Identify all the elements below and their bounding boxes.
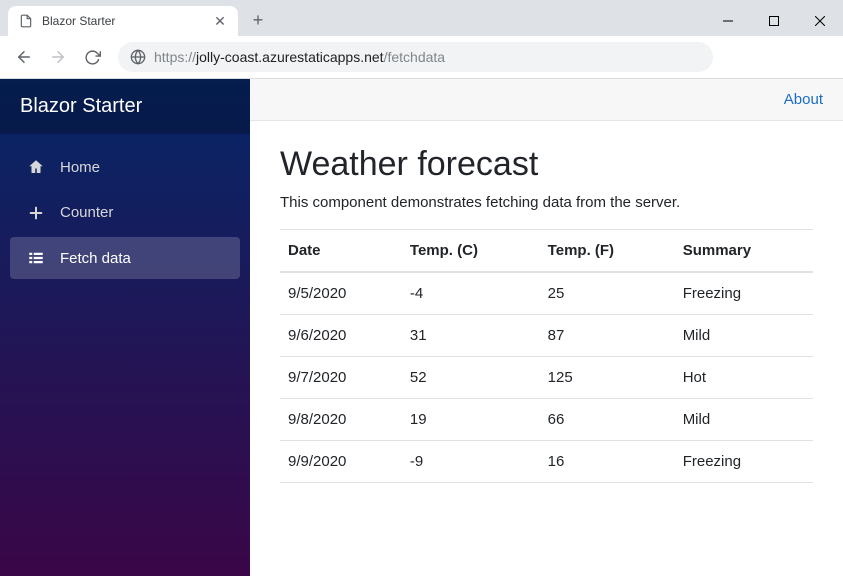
back-button[interactable] [10,43,38,71]
cell-temp-f: 125 [540,357,675,399]
cell-temp-f: 87 [540,315,675,357]
cell-temp-c: -4 [402,272,540,315]
browser-toolbar: https://jolly-coast.azurestaticapps.net/… [0,36,843,79]
sidebar-item-label: Counter [60,204,113,221]
tab-title: Blazor Starter [42,14,204,28]
about-link[interactable]: About [784,91,823,108]
th-summary: Summary [675,230,813,273]
page-title: Weather forecast [280,145,813,184]
table-row: 9/8/2020 19 66 Mild [280,399,813,441]
close-tab-icon[interactable]: ✕ [212,13,228,29]
cell-summary: Hot [675,357,813,399]
url-text: https://jolly-coast.azurestaticapps.net/… [154,49,445,65]
app: Blazor Starter Home Counter Fetch data [0,79,843,576]
window-controls [705,6,843,36]
browser-tab[interactable]: Blazor Starter ✕ [8,6,238,36]
sidebar-item-fetch-data[interactable]: Fetch data [10,237,240,279]
cell-temp-f: 16 [540,441,675,483]
cell-date: 9/9/2020 [280,441,402,483]
sidebar-item-label: Fetch data [60,250,131,267]
table-row: 9/5/2020 -4 25 Freezing [280,272,813,315]
address-bar[interactable]: https://jolly-coast.azurestaticapps.net/… [118,42,713,72]
cell-date: 9/8/2020 [280,399,402,441]
site-info-icon[interactable] [130,49,146,65]
plus-icon [26,205,46,221]
table-row: 9/9/2020 -9 16 Freezing [280,441,813,483]
page-icon [18,13,34,29]
page-subtitle: This component demonstrates fetching dat… [280,194,813,211]
titlebar: Blazor Starter ✕ + [0,0,843,36]
forward-button[interactable] [44,43,72,71]
reload-button[interactable] [78,43,106,71]
url-scheme: https:// [154,49,196,65]
topbar: About [250,79,843,121]
browser-chrome: Blazor Starter ✕ + https://jolly-coast.a… [0,0,843,79]
table-header-row: Date Temp. (C) Temp. (F) Summary [280,230,813,273]
sidebar: Blazor Starter Home Counter Fetch data [0,79,250,576]
cell-summary: Freezing [675,272,813,315]
sidebar-nav: Home Counter Fetch data [0,134,250,291]
new-tab-button[interactable]: + [244,6,272,34]
cell-summary: Mild [675,315,813,357]
sidebar-item-label: Home [60,159,100,176]
maximize-button[interactable] [751,6,797,36]
home-icon [26,158,46,176]
url-host: jolly-coast.azurestaticapps.net [196,49,384,65]
cell-temp-c: 52 [402,357,540,399]
cell-date: 9/6/2020 [280,315,402,357]
sidebar-item-counter[interactable]: Counter [10,192,240,233]
table-row: 9/6/2020 31 87 Mild [280,315,813,357]
forecast-table: Date Temp. (C) Temp. (F) Summary 9/5/202… [280,229,813,483]
url-path: /fetchdata [384,49,446,65]
cell-date: 9/5/2020 [280,272,402,315]
cell-temp-c: 19 [402,399,540,441]
th-date: Date [280,230,402,273]
th-temp-c: Temp. (C) [402,230,540,273]
cell-temp-f: 25 [540,272,675,315]
cell-temp-f: 66 [540,399,675,441]
cell-temp-c: 31 [402,315,540,357]
table-row: 9/7/2020 52 125 Hot [280,357,813,399]
cell-temp-c: -9 [402,441,540,483]
cell-summary: Freezing [675,441,813,483]
cell-summary: Mild [675,399,813,441]
main: Weather forecast This component demonstr… [250,121,843,507]
minimize-button[interactable] [705,6,751,36]
list-icon [26,249,46,267]
brand[interactable]: Blazor Starter [0,79,250,134]
th-temp-f: Temp. (F) [540,230,675,273]
cell-date: 9/7/2020 [280,357,402,399]
content: About Weather forecast This component de… [250,79,843,576]
sidebar-item-home[interactable]: Home [10,146,240,188]
close-window-button[interactable] [797,6,843,36]
